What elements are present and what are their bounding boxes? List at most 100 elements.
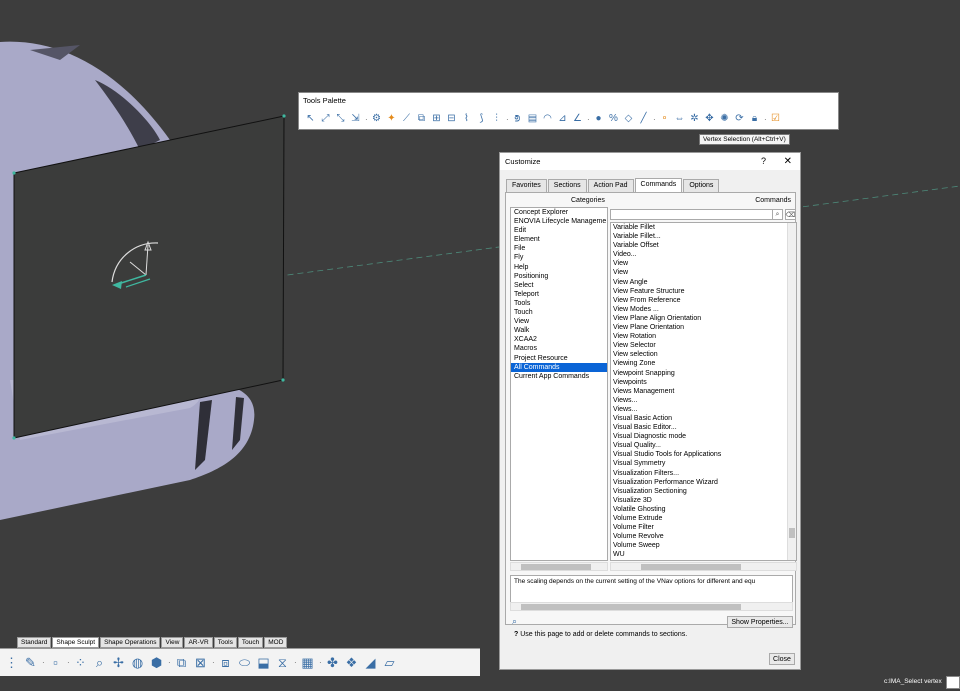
layer-icon[interactable]: ⧖: [273, 653, 292, 672]
command-item[interactable]: Visual Studio Tools for Applications: [611, 450, 796, 459]
zoom-icon[interactable]: ⌕: [90, 653, 109, 672]
attract-icon[interactable]: ✤: [323, 653, 342, 672]
move-icon[interactable]: ◇: [621, 112, 636, 127]
tab-commands[interactable]: Commands: [634, 178, 683, 192]
percent-icon[interactable]: ⊿: [555, 112, 570, 127]
command-item[interactable]: Viewing Zone: [611, 359, 796, 368]
command-item[interactable]: Views Management: [611, 387, 796, 396]
command-item[interactable]: Visual Basic Editor...: [611, 423, 796, 432]
category-item[interactable]: Select: [511, 281, 607, 290]
command-item[interactable]: Volume Extrude: [611, 514, 796, 523]
plane-handle[interactable]: [282, 114, 286, 118]
tab-sections[interactable]: Sections: [547, 179, 587, 192]
subdivide-icon[interactable]: ⊠: [191, 653, 210, 672]
command-item[interactable]: Visualize 3D: [611, 496, 796, 505]
commands-scrollbar[interactable]: [787, 223, 796, 560]
line-icon[interactable]: ●: [591, 112, 606, 127]
command-item[interactable]: Variable Fillet: [611, 223, 796, 232]
command-item[interactable]: Volatile Ghosting: [611, 505, 796, 514]
sphere-icon[interactable]: ◍: [128, 653, 147, 672]
command-input[interactable]: [946, 676, 960, 689]
commands-list[interactable]: Variable Fillet Variable Fillet... Variabl…: [610, 222, 797, 561]
tab-tools[interactable]: Tools: [213, 637, 237, 648]
plane-handle[interactable]: [12, 436, 16, 440]
box-icon[interactable]: ▫: [46, 653, 65, 672]
command-item[interactable]: View Plane Align Orientation: [611, 314, 796, 323]
bridge-icon[interactable]: ⧈: [216, 653, 235, 672]
description-hscrollbar[interactable]: [510, 602, 793, 611]
pinch-icon[interactable]: ✢: [109, 653, 128, 672]
arm-icon[interactable]: ✦: [384, 112, 399, 127]
category-item[interactable]: Edit: [511, 226, 607, 235]
dialog-titlebar[interactable]: Customize ? ✕: [500, 153, 800, 170]
tab-view[interactable]: View: [161, 637, 184, 648]
clear-icon[interactable]: ⌫: [785, 209, 796, 220]
tab-shape-operations[interactable]: Shape Operations: [100, 637, 161, 648]
command-item[interactable]: Views...: [611, 405, 796, 414]
select-icon[interactable]: ↖: [303, 112, 318, 127]
category-item[interactable]: Touch: [511, 308, 607, 317]
robot-icon[interactable]: ⚙: [369, 112, 384, 127]
snap-icon[interactable]: ⤢: [318, 112, 333, 127]
rotate-icon[interactable]: ╱: [636, 112, 651, 127]
command-item[interactable]: Viewpoints: [611, 378, 796, 387]
command-item[interactable]: View From Reference: [611, 296, 796, 305]
category-item[interactable]: File: [511, 244, 607, 253]
gizmo-icon[interactable]: ⧉: [414, 112, 429, 127]
category-item[interactable]: Element: [511, 235, 607, 244]
measure-icon[interactable]: ⤡: [333, 112, 348, 127]
category-item[interactable]: Help: [511, 263, 607, 272]
category-item[interactable]: Teleport: [511, 290, 607, 299]
tab-standard[interactable]: Standard: [17, 637, 52, 648]
category-item[interactable]: All Commands: [511, 362, 607, 372]
close-icon[interactable]: ✕: [784, 153, 792, 170]
sheet-icon[interactable]: ▱: [380, 653, 399, 672]
command-item[interactable]: Visualization Filters...: [611, 469, 796, 478]
plane-handle[interactable]: [12, 171, 16, 175]
tab-action-pad[interactable]: Action Pad: [587, 179, 634, 192]
category-item[interactable]: Positioning: [511, 272, 607, 281]
twist-icon[interactable]: ❖: [342, 653, 361, 672]
tab-options[interactable]: Options: [683, 179, 720, 192]
command-item[interactable]: Visualization Performance Wizard: [611, 478, 796, 487]
grid-icon[interactable]: ⟆: [474, 112, 489, 127]
command-item[interactable]: View Rotation: [611, 332, 796, 341]
categories-list[interactable]: Concept Explorer ENOVIA Lifecycle Managem…: [510, 207, 608, 561]
path-icon[interactable]: ⊟: [444, 112, 459, 127]
command-item[interactable]: View selection: [611, 350, 796, 359]
tab-mod[interactable]: MOD: [264, 637, 288, 648]
command-item[interactable]: Volume Sweep: [611, 541, 796, 550]
category-item[interactable]: Macros: [511, 344, 607, 353]
command-item[interactable]: View Angle: [611, 278, 796, 287]
command-item[interactable]: Views...: [611, 396, 796, 405]
vertex-select-icon[interactable]: ☑: [768, 112, 783, 127]
command-item[interactable]: View: [611, 268, 796, 277]
command-item[interactable]: Visual Symmetry: [611, 459, 796, 468]
cycle-icon[interactable]: ✥: [702, 112, 717, 127]
target-icon[interactable]: ✲: [687, 112, 702, 127]
command-item[interactable]: Variable Offset: [611, 241, 796, 250]
shape-icon[interactable]: ⬭: [235, 653, 254, 672]
command-item[interactable]: Visual Basic Action: [611, 414, 796, 423]
command-item[interactable]: Viewpoint Snapping: [611, 369, 796, 378]
arc-icon[interactable]: ⟄: [510, 112, 525, 127]
category-item[interactable]: Project Resource: [511, 354, 607, 363]
lock-icon[interactable]: 🔒︎: [747, 112, 762, 127]
tools-palette[interactable]: Tools Palette ↖ ⤢ ⤡ ⇲ · ⚙ ✦ ⟋ ⧉ ⊞ ⊟ ⌇ ⟆ …: [298, 92, 839, 130]
command-item[interactable]: Visual Diagnostic mode: [611, 432, 796, 441]
pan-icon[interactable]: ⇔: [672, 112, 687, 127]
command-item[interactable]: Volume Revolve: [611, 532, 796, 541]
box-select-icon[interactable]: ⧉: [172, 653, 191, 672]
axis-icon[interactable]: ⊞: [429, 112, 444, 127]
point-icon[interactable]: ∘: [657, 112, 672, 127]
category-item[interactable]: Fly: [511, 253, 607, 262]
category-item[interactable]: ENOVIA Lifecycle Manageme: [511, 217, 607, 226]
frame-icon[interactable]: ⫶: [489, 112, 504, 127]
command-item[interactable]: View Selector: [611, 341, 796, 350]
magnifier-icon[interactable]: ⌕: [512, 616, 517, 627]
mesh-icon[interactable]: ▦: [298, 653, 317, 672]
dot-icon[interactable]: %: [606, 112, 621, 127]
category-item[interactable]: Current App Commands: [511, 372, 607, 381]
tab-shape-sculpt[interactable]: Shape Sculpt: [52, 637, 100, 648]
gear-icon[interactable]: ✺: [717, 112, 732, 127]
